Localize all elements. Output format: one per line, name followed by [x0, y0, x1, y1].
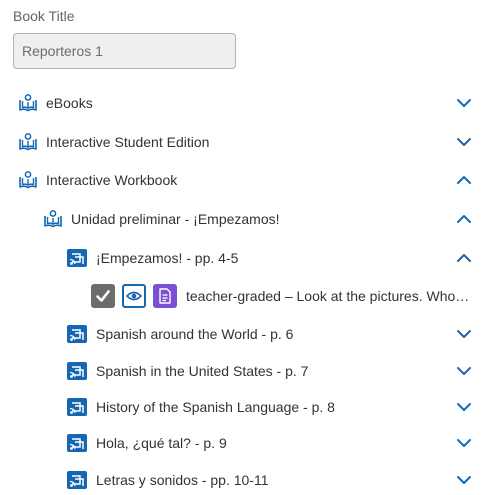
lesson-badge-icon — [67, 362, 87, 380]
book-title-label: Book Title — [13, 8, 75, 24]
tree-item-history-of-the-spanish-language[interactable]: History of the Spanish Language - p. 8 — [0, 392, 494, 422]
asset-title[interactable]: teacher-graded – Look at the pictures. W… — [186, 288, 476, 304]
tree-item-ebooks[interactable]: eBooks — [0, 88, 494, 118]
chevron-up-icon[interactable] — [456, 250, 472, 266]
tree-item-interactive-student-edition[interactable]: Interactive Student Edition — [0, 127, 494, 157]
chevron-down-icon[interactable] — [456, 472, 472, 488]
checkbox-checked-icon[interactable] — [91, 284, 115, 308]
chevron-up-icon[interactable] — [456, 172, 472, 188]
tree-item-spanish-around-the-world[interactable]: Spanish around the World - p. 6 — [0, 319, 494, 349]
tree-item-hola-que-tal[interactable]: Hola, ¿qué tal? - p. 9 — [0, 428, 494, 458]
book-reader-icon — [18, 93, 38, 113]
lesson-badge-icon — [67, 398, 87, 416]
tree-item-empezamos[interactable]: ¡Empezamos! - pp. 4-5 — [0, 243, 494, 273]
tree-item-label: Interactive Student Edition — [46, 134, 210, 150]
tree-item-label: Letras y sonidos - pp. 10-11 — [96, 472, 269, 488]
tree-item-label: Spanish around the World - p. 6 — [96, 326, 294, 342]
tree-item-unidad-preliminar[interactable]: Unidad preliminar - ¡Empezamos! — [0, 204, 494, 234]
chevron-down-icon[interactable] — [456, 326, 472, 342]
lesson-badge-icon — [67, 434, 87, 452]
eye-icon[interactable] — [122, 284, 146, 308]
chevron-down-icon[interactable] — [456, 399, 472, 415]
book-reader-icon — [18, 132, 38, 152]
chevron-up-icon[interactable] — [456, 211, 472, 227]
lesson-badge-icon — [67, 249, 87, 267]
tree-item-label: ¡Empezamos! - pp. 4-5 — [96, 250, 239, 266]
book-title-field[interactable] — [13, 33, 236, 69]
document-icon[interactable] — [153, 284, 177, 308]
tree-item-label: Unidad preliminar - ¡Empezamos! — [71, 211, 280, 227]
asset-item[interactable]: teacher-graded – Look at the pictures. W… — [91, 282, 476, 310]
tree-item-label: History of the Spanish Language - p. 8 — [96, 399, 335, 415]
tree-item-label: Hola, ¿qué tal? - p. 9 — [96, 435, 227, 451]
chevron-down-icon[interactable] — [456, 363, 472, 379]
lesson-badge-icon — [67, 325, 87, 343]
book-reader-icon — [43, 209, 63, 229]
tree-item-spanish-in-the-united-states[interactable]: Spanish in the United States - p. 7 — [0, 356, 494, 386]
tree-item-label: eBooks — [46, 95, 93, 111]
tree-item-label: Spanish in the United States - p. 7 — [96, 363, 309, 379]
chevron-down-icon[interactable] — [456, 435, 472, 451]
lesson-badge-icon — [67, 471, 87, 489]
chevron-down-icon[interactable] — [456, 134, 472, 150]
tree-item-interactive-workbook[interactable]: Interactive Workbook — [0, 165, 494, 195]
chevron-down-icon[interactable] — [456, 95, 472, 111]
tree-item-label: Interactive Workbook — [46, 172, 178, 188]
book-reader-icon — [18, 170, 38, 190]
tree-item-letras-y-sonidos[interactable]: Letras y sonidos - pp. 10-11 — [0, 465, 494, 495]
